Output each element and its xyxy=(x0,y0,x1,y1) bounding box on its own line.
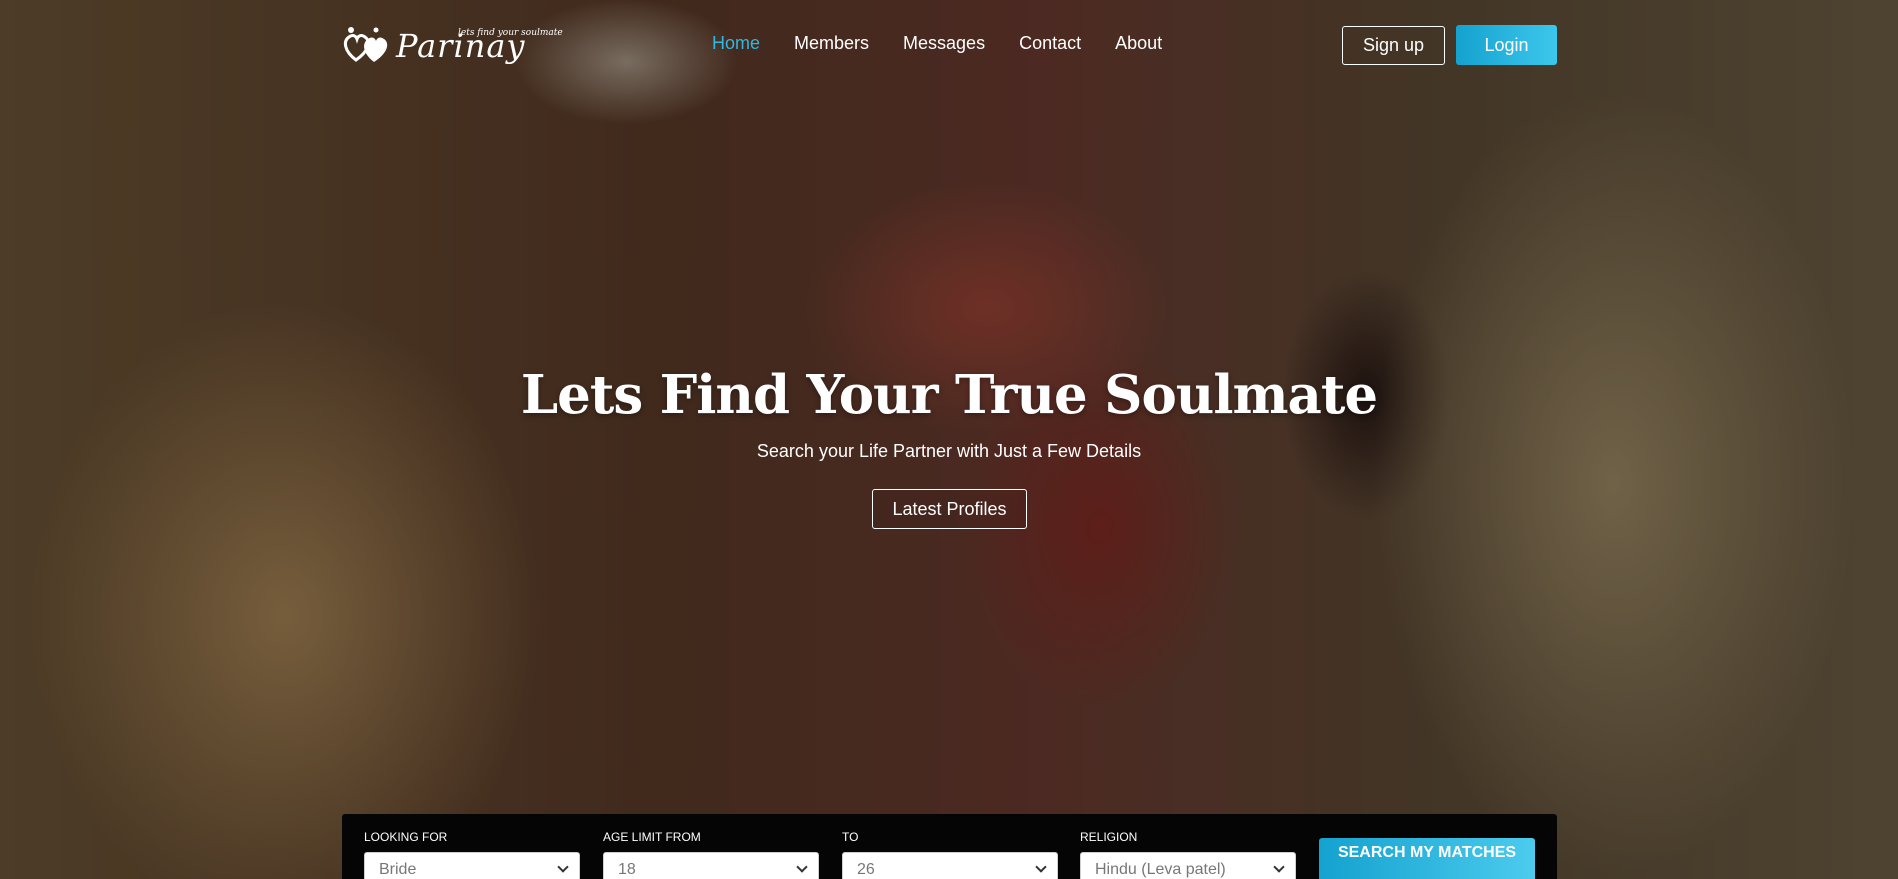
hero-headline: Lets Find Your True Soulmate xyxy=(520,364,1378,426)
nav-item-about[interactable]: About xyxy=(1115,33,1162,54)
hero-subheadline: Search your Life Partner with Just a Few… xyxy=(756,441,1142,461)
age-to-select[interactable]: 26 xyxy=(842,852,1058,879)
brand-tagline: lets find your soulmate xyxy=(458,28,563,38)
nav-item-home[interactable]: Home xyxy=(712,33,760,54)
login-button[interactable]: Login xyxy=(1456,25,1557,65)
age-to-value: 26 xyxy=(857,861,875,878)
heart-rings-icon xyxy=(343,27,388,62)
chevron-down-icon xyxy=(1035,861,1047,873)
age-from-label: AGE LIMIT FROM xyxy=(603,830,701,844)
brand-logo[interactable]: Parinay lets find your soulmate xyxy=(342,24,563,68)
religion-label: RELIGION xyxy=(1080,830,1138,844)
chevron-down-icon xyxy=(1273,861,1285,873)
looking-for-select[interactable]: Bride xyxy=(364,852,580,879)
religion-select[interactable]: Hindu (Leva patel) xyxy=(1080,852,1296,879)
hero-background-photo xyxy=(0,0,1898,879)
search-matches-button[interactable]: SEARCH MY MATCHES xyxy=(1319,838,1535,879)
age-from-field: AGE LIMIT FROM 18 xyxy=(603,830,819,879)
chevron-down-icon xyxy=(557,861,569,873)
religion-value: Hindu (Leva patel) xyxy=(1095,861,1226,878)
looking-for-value: Bride xyxy=(379,861,417,878)
signup-button[interactable]: Sign up xyxy=(1342,26,1445,65)
age-from-value: 18 xyxy=(618,861,636,878)
age-to-label: TO xyxy=(842,830,859,844)
looking-for-field: LOOKING FOR Bride xyxy=(364,830,580,879)
religion-field: RELIGION Hindu (Leva patel) xyxy=(1080,830,1296,879)
age-from-select[interactable]: 18 xyxy=(603,852,819,879)
main-nav: Home Members Messages Contact About xyxy=(712,33,1162,54)
nav-item-contact[interactable]: Contact xyxy=(1019,33,1081,54)
nav-item-messages[interactable]: Messages xyxy=(903,33,985,54)
match-search-panel: LOOKING FOR Bride AGE LIMIT FROM 18 TO 2… xyxy=(342,814,1557,879)
site-header: Parinay lets find your soulmate Home Mem… xyxy=(0,0,1898,90)
chevron-down-icon xyxy=(796,861,808,873)
latest-profiles-button[interactable]: Latest Profiles xyxy=(872,489,1027,529)
nav-item-members[interactable]: Members xyxy=(794,33,869,54)
looking-for-label: LOOKING FOR xyxy=(364,830,448,844)
age-to-field: TO 26 xyxy=(842,830,1058,879)
